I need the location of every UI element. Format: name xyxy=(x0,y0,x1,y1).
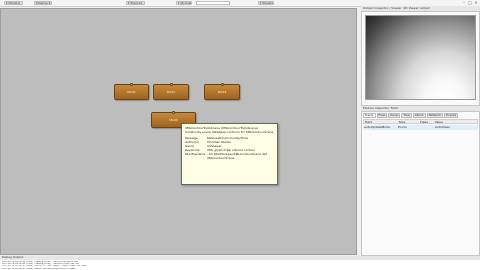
toolbar-button-3[interactable]: ▾ Execute xyxy=(126,1,145,5)
tab-network[interactable]: Network xyxy=(426,113,444,118)
module-inspector-title: Module Inspector: Field xyxy=(361,106,480,112)
input-connector[interactable] xyxy=(172,111,175,114)
output-image-view[interactable] xyxy=(365,15,476,100)
tab-about[interactable]: About xyxy=(412,113,426,118)
input-connector[interactable] xyxy=(130,83,133,86)
module-node[interactable]: Mod3 xyxy=(204,83,240,100)
toolbar-button-1[interactable]: ▾ Pipeline xyxy=(4,1,23,5)
tab-events[interactable]: Events xyxy=(444,113,459,118)
tab-panel[interactable]: Panel xyxy=(388,113,401,118)
field-name: autoUpdateMode xyxy=(364,125,390,129)
table-row[interactable]: autoUpdateMode Enum AutoClear xyxy=(363,125,478,130)
column-header-field[interactable]: Field xyxy=(364,120,397,123)
tab-flow[interactable]: Flow xyxy=(376,113,388,118)
toolbar-button-4[interactable]: ▾ Modules xyxy=(176,1,192,5)
inspector-tabs: Fields Flow Panel Tree About Network Eve… xyxy=(363,113,479,118)
toolbar-button-5[interactable]: ▾ Pipeline xyxy=(258,1,274,5)
field-flags xyxy=(419,125,434,130)
module-node[interactable]: Mod2 xyxy=(153,83,189,100)
close-icon[interactable]: × xyxy=(474,1,478,5)
input-connector[interactable] xyxy=(170,83,173,86)
toolbar-button-2[interactable]: Pipeline ▾ xyxy=(34,1,52,5)
field-table-header: Field Type Flags Value xyxy=(363,119,478,124)
output-inspector-title: Output Inspector / Viewer: 2D Viewer out… xyxy=(361,6,480,12)
module-label: Mod4 xyxy=(169,118,178,122)
module-tooltip: XMLContourToolsScene (XMLContourToolsSce… xyxy=(181,123,278,185)
module-label: Mod3 xyxy=(217,90,227,94)
maximize-icon[interactable]: □ xyxy=(468,1,472,5)
field-type: Enum xyxy=(398,125,407,129)
tooltip-row: XMLContourScene xyxy=(185,156,274,160)
tab-fields[interactable]: Fields xyxy=(363,113,376,118)
search-input[interactable] xyxy=(196,1,230,5)
tab-tree[interactable]: Tree xyxy=(401,113,412,118)
input-connector[interactable] xyxy=(221,83,224,86)
tooltip-key xyxy=(185,156,207,160)
tooltip-value: XMLContourScene xyxy=(207,156,235,160)
column-header-value[interactable]: Value xyxy=(434,120,477,123)
debug-output-log[interactable]: 2011-08-18 09:14:44 [INFO] Loading Scene… xyxy=(0,261,480,270)
module-label: Mod2 xyxy=(166,90,176,94)
module-node[interactable]: Mod1 xyxy=(114,83,149,100)
network-canvas[interactable] xyxy=(0,8,357,255)
debug-output-title: Debug Output xyxy=(0,256,480,260)
column-header-flags[interactable]: Flags xyxy=(419,120,434,123)
tooltip-description: Constructs scene database contours for X… xyxy=(185,130,275,134)
log-line: 2011-08-18 09:14:46 [INFO] Module XMLCon… xyxy=(2,267,76,270)
minimize-icon[interactable]: – xyxy=(462,1,466,5)
column-header-type[interactable]: Type xyxy=(397,120,419,123)
module-label: Mod1 xyxy=(127,90,136,94)
field-value[interactable]: AutoClear xyxy=(434,125,478,130)
